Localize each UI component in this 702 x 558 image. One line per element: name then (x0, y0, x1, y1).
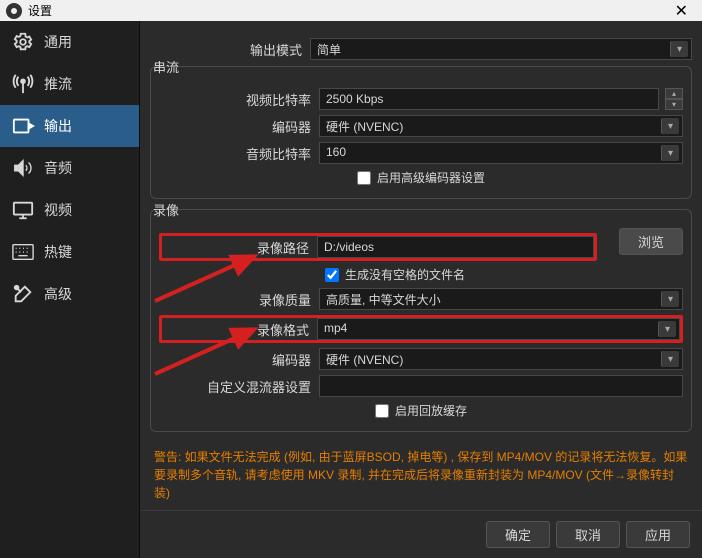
sidebar-item-advanced[interactable]: 高级 (0, 273, 139, 315)
sidebar-item-label: 热键 (44, 242, 72, 262)
output-mode-label: 输出模式 (150, 40, 310, 59)
chevron-updown-icon: ▾ (661, 145, 679, 161)
recording-format-label: 录像格式 (162, 320, 317, 339)
audio-bitrate-select[interactable]: 160 ▾ (319, 142, 683, 164)
audio-bitrate-label: 音频比特率 (159, 144, 319, 163)
monitor-icon (12, 199, 34, 221)
spinner-buttons[interactable]: ▴▾ (665, 88, 683, 110)
keyboard-icon (12, 241, 34, 263)
sidebar-item-label: 通用 (44, 32, 72, 52)
highlight-recording-format: 录像格式 mp4 ▾ (159, 315, 683, 343)
recording-quality-select[interactable]: 高质量, 中等文件大小 ▾ (319, 288, 683, 310)
muxer-label: 自定义混流器设置 (159, 377, 319, 396)
no-space-filename-label: 生成没有空格的文件名 (345, 266, 465, 283)
stream-encoder-select[interactable]: 硬件 (NVENC) ▾ (319, 115, 683, 137)
sidebar-item-label: 高级 (44, 284, 72, 304)
ok-button[interactable]: 确定 (486, 521, 550, 548)
obs-logo-icon (6, 3, 22, 19)
no-space-filename-checkbox[interactable] (325, 268, 339, 282)
recording-path-input[interactable] (317, 236, 594, 258)
sidebar-item-label: 音频 (44, 158, 72, 178)
highlight-recording-path: 录像路径 (159, 233, 597, 261)
close-icon[interactable]: ✕ (667, 1, 696, 21)
speaker-icon (12, 157, 34, 179)
browse-button[interactable]: 浏览 (619, 228, 683, 255)
output-mode-select[interactable]: 简单 ▾ (310, 38, 692, 60)
chevron-updown-icon: ▾ (661, 118, 679, 134)
group-title-recording: 录像 (147, 200, 185, 219)
sidebar-item-label: 推流 (44, 74, 72, 94)
group-title-streaming: 串流 (147, 57, 185, 76)
settings-sidebar: 通用 推流 输出 音频 (0, 21, 140, 558)
sidebar-item-general[interactable]: 通用 (0, 21, 139, 63)
sidebar-item-video[interactable]: 视频 (0, 189, 139, 231)
sidebar-item-audio[interactable]: 音频 (0, 147, 139, 189)
cancel-button[interactable]: 取消 (556, 521, 620, 548)
chevron-updown-icon: ▾ (661, 291, 679, 307)
chevron-updown-icon: ▾ (670, 41, 688, 57)
chevron-updown-icon: ▾ (661, 351, 679, 367)
output-icon (12, 115, 34, 137)
dialog-footer: 确定 取消 应用 (140, 510, 702, 558)
sidebar-item-label: 输出 (44, 116, 72, 136)
sidebar-item-label: 视频 (44, 200, 72, 220)
recording-format-select[interactable]: mp4 ▾ (317, 318, 680, 340)
sidebar-item-hotkeys[interactable]: 热键 (0, 231, 139, 273)
gear-icon (12, 31, 34, 53)
advanced-encoder-checkbox-label: 启用高级编码器设置 (377, 169, 485, 186)
muxer-input[interactable] (319, 375, 683, 397)
video-bitrate-label: 视频比特率 (159, 90, 319, 109)
tools-icon (12, 283, 34, 305)
sidebar-item-stream[interactable]: 推流 (0, 63, 139, 105)
antenna-icon (12, 73, 34, 95)
window-title: 设置 (28, 2, 667, 19)
chevron-updown-icon: ▾ (658, 321, 676, 337)
recording-encoder-select[interactable]: 硬件 (NVENC) ▾ (319, 348, 683, 370)
recording-path-label: 录像路径 (162, 238, 317, 257)
recording-encoder-label: 编码器 (159, 350, 319, 369)
streaming-group: 串流 视频比特率 ▴▾ 编码器 硬件 (150, 66, 692, 199)
advanced-encoder-checkbox[interactable] (357, 171, 371, 185)
recording-quality-label: 录像质量 (159, 290, 319, 309)
replay-buffer-label: 启用回放缓存 (395, 402, 467, 419)
titlebar: 设置 ✕ (0, 0, 702, 21)
recording-group: 录像 录像路径 浏览 生成没有空格的文件名 (150, 209, 692, 432)
video-bitrate-input[interactable] (319, 88, 659, 110)
replay-buffer-checkbox[interactable] (375, 404, 389, 418)
recording-format-warning: 警告: 如果文件无法完成 (例如, 由于蓝屏BSOD, 掉电等) , 保存到 M… (150, 442, 692, 506)
stream-encoder-label: 编码器 (159, 117, 319, 136)
apply-button[interactable]: 应用 (626, 521, 690, 548)
sidebar-item-output[interactable]: 输出 (0, 105, 139, 147)
